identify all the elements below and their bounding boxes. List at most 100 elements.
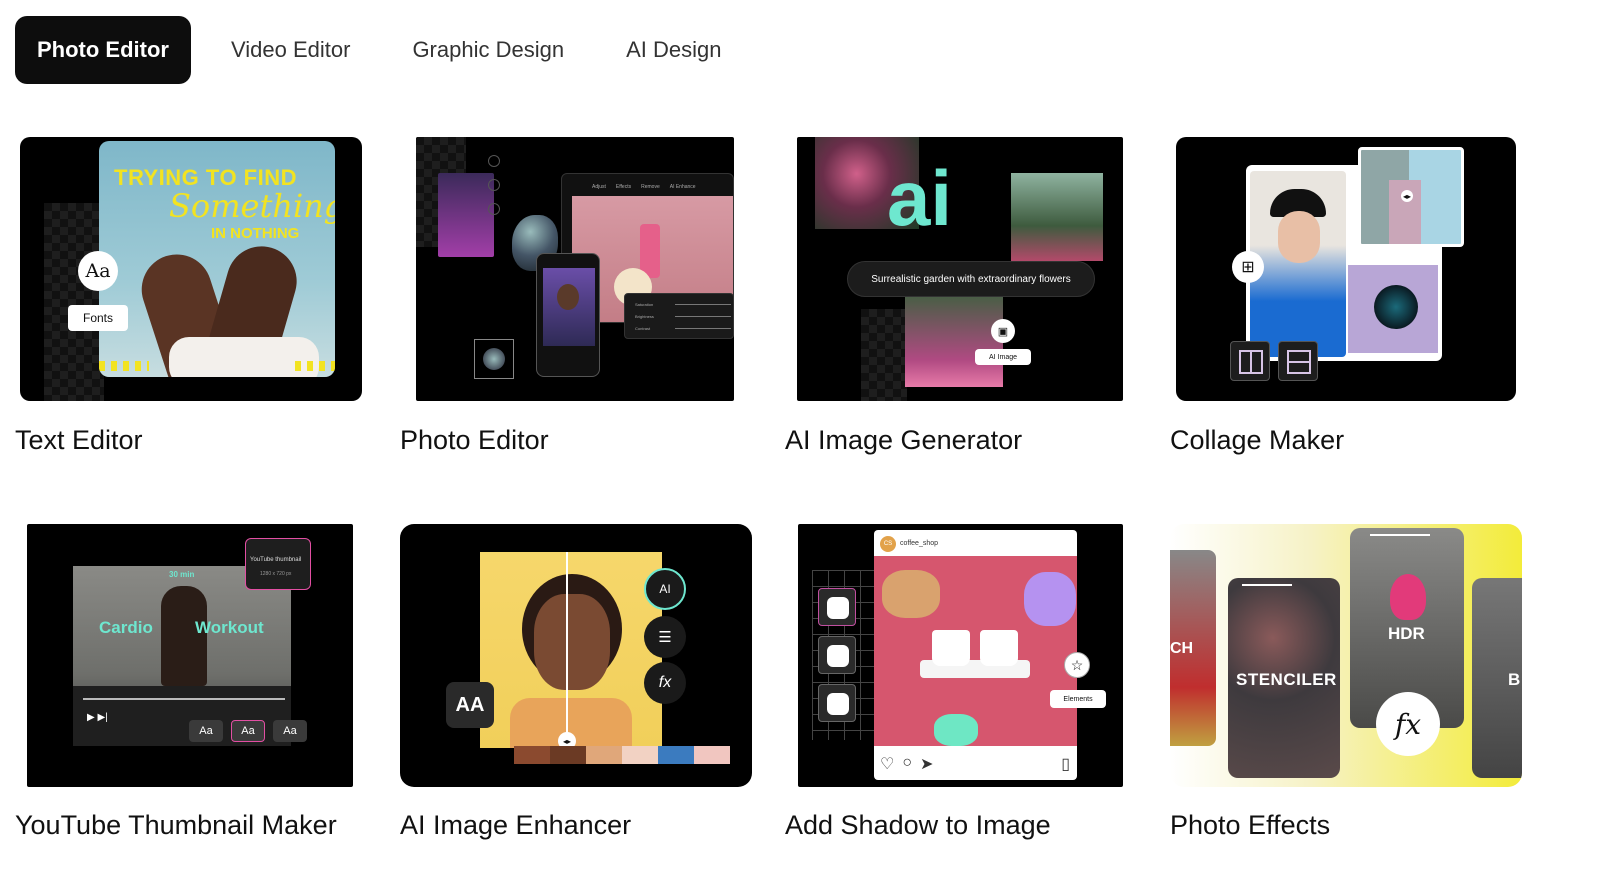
toolbar-ai-enhance[interactable]: AI Enhance	[670, 184, 696, 190]
grid-icon[interactable]: ⊞	[1232, 251, 1264, 283]
account-name: coffee_shop	[900, 540, 939, 547]
selection-box	[474, 339, 514, 379]
card-ai-image-enhancer[interactable]: ◂▸ AA AI ☰ fx AI Image Enhancer	[400, 524, 752, 840]
effect-right-label: B	[1508, 670, 1521, 689]
ai-image-chip[interactable]: AI Image	[975, 349, 1031, 365]
tab-photo-editor[interactable]: Photo Editor	[15, 16, 191, 84]
play-icon[interactable]: ▶ ▶|	[87, 712, 108, 723]
bookmark-icon[interactable]: ▯	[1061, 754, 1070, 774]
toolbar-effects[interactable]: Effects	[616, 184, 631, 190]
phone-mockup	[536, 253, 600, 377]
card-text-editor[interactable]: TRYING TO FIND Something IN NOTHING Aa F…	[15, 137, 362, 455]
text-style-badge[interactable]: AA	[446, 682, 494, 728]
palette-swatch[interactable]	[586, 746, 622, 764]
popup-size: 1280 x 720 px	[260, 571, 292, 577]
text-editor-thumbnail: TRYING TO FIND Something IN NOTHING Aa F…	[20, 137, 362, 401]
palette-swatch[interactable]	[622, 746, 658, 764]
effects-icon[interactable]: fx	[644, 662, 686, 704]
collage-photo-building: ◂▸	[1358, 147, 1464, 247]
elements-chip[interactable]: Elements	[1050, 690, 1106, 708]
poster-image: TRYING TO FIND Something IN NOTHING	[99, 141, 335, 377]
card-title[interactable]: Photo Effects	[1170, 810, 1330, 841]
card-title[interactable]: Collage Maker	[1170, 425, 1344, 456]
duration-label: 30 min	[169, 570, 195, 579]
heart-icon[interactable]: ♡	[880, 754, 894, 774]
slider-brightness-label: Brightness	[635, 314, 654, 319]
avatar: CS	[880, 536, 896, 552]
comment-icon[interactable]: ○	[902, 754, 912, 774]
shape-option-1[interactable]	[818, 588, 856, 626]
shape-option-3[interactable]	[818, 684, 856, 722]
card-title[interactable]: AI Image Generator	[785, 425, 1022, 456]
share-icon[interactable]: ➤	[920, 754, 933, 774]
layout-option-2[interactable]	[1278, 341, 1318, 381]
adjust-sliders: Saturation Brightness Contrast	[624, 293, 734, 339]
toolbar-rail	[486, 155, 502, 215]
toolbar-adjust[interactable]: Adjust	[592, 184, 606, 190]
toolbar-remove[interactable]: Remove	[641, 184, 660, 190]
image-icon[interactable]: ▣	[991, 319, 1015, 343]
garden-image-3	[905, 297, 1003, 387]
shape-option-2[interactable]	[818, 636, 856, 674]
palette-swatch[interactable]	[514, 746, 550, 764]
star-icon[interactable]: ☆	[1064, 652, 1090, 678]
color-palette	[514, 746, 730, 764]
card-title[interactable]: Text Editor	[15, 425, 143, 456]
card-youtube-thumbnail-maker[interactable]: 30 min Cardio Workout ▶ ▶| Aa Aa Aa YouT…	[15, 524, 353, 840]
effect-left-label: CH	[1170, 640, 1194, 657]
size-popup[interactable]: YouTube thumbnail 1280 x 720 px	[245, 538, 311, 590]
layout-option-1[interactable]	[1230, 341, 1270, 381]
ai-image-generator-thumbnail: ai Surrealistic garden with extraordinar…	[797, 137, 1123, 401]
effect-card-left: CH	[1170, 550, 1216, 746]
card-title[interactable]: YouTube Thumbnail Maker	[15, 810, 337, 841]
popup-title: YouTube thumbnail	[250, 557, 302, 563]
portrait-photo: ◂▸	[480, 552, 662, 748]
palette-swatch[interactable]	[694, 746, 730, 764]
poster-line-2: Something	[169, 187, 335, 225]
tab-graphic-design[interactable]: Graphic Design	[390, 16, 586, 84]
card-add-shadow-to-image[interactable]: CS coffee_shop ♡ ○ ➤ ▯ ☆ Elements Add Sh…	[785, 524, 1123, 840]
collage-photo-woman	[1250, 171, 1346, 357]
collage-maker-thumbnail: ◂▸ ⊞	[1176, 137, 1516, 401]
slider-saturation[interactable]	[675, 304, 731, 305]
youtube-thumbnail-thumbnail: 30 min Cardio Workout ▶ ▶| Aa Aa Aa YouT…	[27, 524, 353, 787]
post-image	[874, 556, 1077, 746]
card-title[interactable]: AI Image Enhancer	[400, 810, 631, 841]
slider-contrast[interactable]	[675, 328, 731, 329]
palette-swatch[interactable]	[658, 746, 694, 764]
font-button-3[interactable]: Aa	[273, 720, 307, 742]
card-photo-effects[interactable]: CH STENCILER HDR fx B Photo Effects	[1170, 524, 1522, 840]
word-cardio: Cardio	[99, 618, 153, 637]
card-title[interactable]: Add Shadow to Image	[785, 810, 1051, 841]
post-actions: ♡ ○ ➤ ▯	[880, 754, 1070, 774]
editor-toolbar: Adjust Effects Remove AI Enhance	[592, 184, 696, 190]
slider-brightness[interactable]	[675, 316, 731, 317]
card-ai-image-generator[interactable]: ai Surrealistic garden with extraordinar…	[785, 137, 1123, 455]
fonts-chip[interactable]: Fonts	[68, 305, 128, 331]
photo-effects-thumbnail: CH STENCILER HDR fx B	[1170, 524, 1522, 787]
photo-editor-thumbnail: Adjust Effects Remove AI Enhance Saturat…	[416, 137, 734, 401]
progress-bar[interactable]	[83, 698, 285, 700]
tab-ai-design[interactable]: AI Design	[604, 16, 743, 84]
effect-stenciler-label: STENCILER	[1236, 670, 1337, 689]
adjust-icon[interactable]: ☰	[644, 616, 686, 658]
tab-video-editor[interactable]: Video Editor	[209, 16, 372, 84]
font-button-1[interactable]: Aa	[189, 720, 223, 742]
font-button-2[interactable]: Aa	[231, 720, 265, 742]
prompt-pill[interactable]: Surrealistic garden with extraordinary f…	[847, 261, 1095, 297]
fx-button[interactable]: fx	[1376, 692, 1440, 756]
palette-swatch[interactable]	[550, 746, 586, 764]
category-tabs: Photo Editor Video Editor Graphic Design…	[15, 16, 761, 84]
card-title[interactable]: Photo Editor	[400, 425, 549, 456]
card-photo-editor[interactable]: Adjust Effects Remove AI Enhance Saturat…	[400, 137, 734, 455]
effect-card-stenciler[interactable]: STENCILER	[1228, 578, 1340, 778]
collage-photo-vinyl	[1348, 265, 1438, 353]
add-shadow-thumbnail: CS coffee_shop ♡ ○ ➤ ▯ ☆ Elements	[798, 524, 1123, 787]
card-collage-maker[interactable]: ◂▸ ⊞ Collage Maker	[1170, 137, 1516, 455]
ai-logo: ai	[887, 154, 953, 242]
font-icon[interactable]: Aa	[78, 251, 118, 291]
split-handle-icon[interactable]: ◂▸	[1401, 190, 1413, 202]
social-post: CS coffee_shop ♡ ○ ➤ ▯	[874, 530, 1077, 780]
ai-enhance-icon[interactable]: AI	[644, 568, 686, 610]
ai-image-enhancer-thumbnail: ◂▸ AA AI ☰ fx	[400, 524, 752, 787]
